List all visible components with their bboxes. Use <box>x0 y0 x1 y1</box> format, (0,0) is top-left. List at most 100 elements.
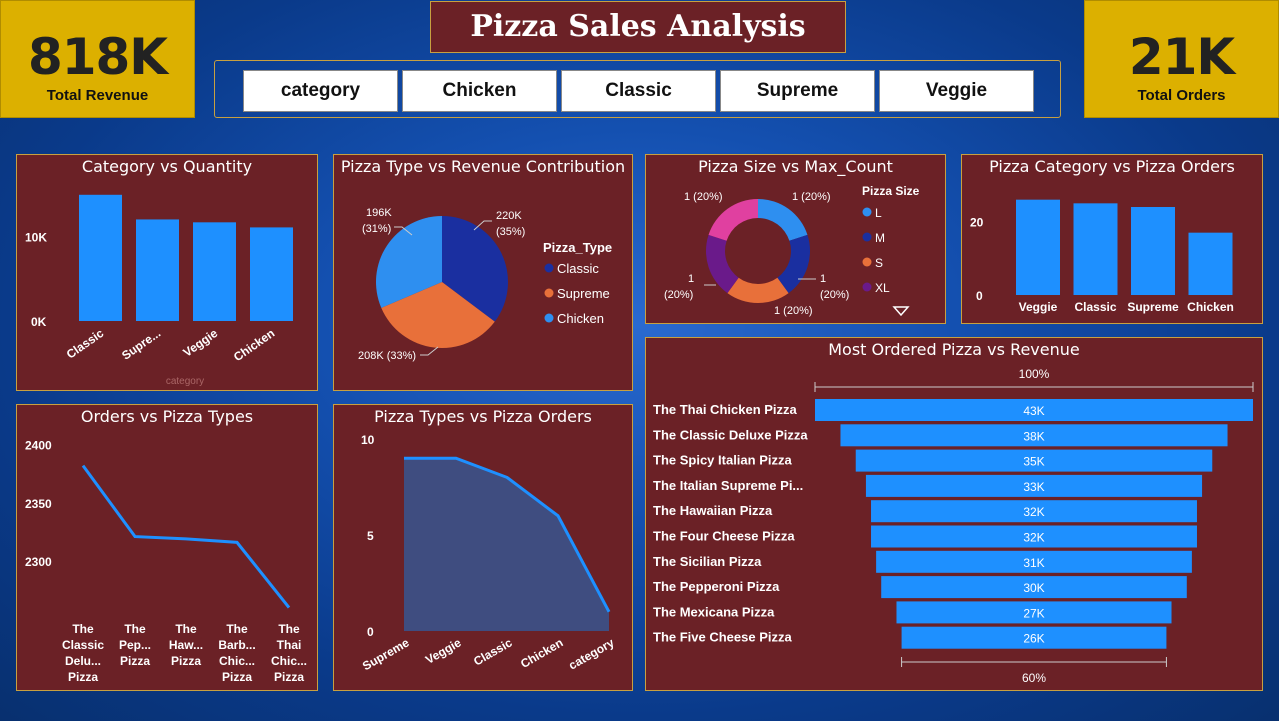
x-tick-label: Chicken <box>1187 300 1234 314</box>
kpi-revenue-label: Total Revenue <box>46 87 149 104</box>
slicer-item-chicken[interactable]: Chicken <box>402 70 557 112</box>
kpi-orders-value: 21K <box>1128 28 1235 86</box>
category-label: The Four Cheese Pizza <box>653 529 795 544</box>
data-label: 32K <box>1023 505 1044 519</box>
slicer-item-category[interactable]: category <box>243 70 398 112</box>
x-tick-label: Classic <box>1074 300 1116 314</box>
data-label: 27K <box>1023 606 1044 620</box>
category-label: The Mexicana Pizza <box>653 604 775 619</box>
x-tick-label: Supre... <box>119 326 163 363</box>
x-tick-label: Pizza <box>120 654 150 668</box>
x-tick-label: The <box>226 622 248 636</box>
legend-label: M <box>875 231 885 245</box>
y-tick-label: 0K <box>31 315 47 329</box>
data-label: 35K <box>1023 455 1044 469</box>
legend-marker <box>862 257 872 267</box>
x-tick-label: Classic <box>471 635 515 668</box>
panel-revenue-contribution: Pizza Type vs Revenue Contribution 220K(… <box>333 154 633 391</box>
x-tick-label: Chicken <box>231 326 277 364</box>
bar <box>1073 203 1118 295</box>
data-label: 33K <box>1023 480 1044 494</box>
x-tick-label: The <box>175 622 197 636</box>
x-tick-label: Chic... <box>271 654 307 668</box>
data-label: 26K <box>1023 632 1044 646</box>
donut-slice <box>777 234 810 294</box>
x-tick-label: The <box>72 622 94 636</box>
size-count-chart: 1 (20%) 1 (20%) 1 (20%) 1 (20%) 1 (20%) Pizza S… <box>664 184 920 317</box>
legend-marker <box>544 313 554 323</box>
y-tick-label: 20 <box>970 216 984 230</box>
bar <box>193 222 236 321</box>
x-tick-label: Barb... <box>218 638 255 652</box>
data-label: 38K <box>1023 429 1044 443</box>
y-tick-label: 2400 <box>25 439 52 453</box>
category-label: The Pepperoni Pizza <box>653 579 780 594</box>
x-tick-label: Haw... <box>169 638 203 652</box>
legend-label: Classic <box>557 261 599 276</box>
x-tick-label: category <box>566 635 617 672</box>
legend-label: S <box>875 256 883 270</box>
kpi-orders-label: Total Orders <box>1137 87 1226 104</box>
data-label: 31K <box>1023 556 1044 570</box>
x-tick-label: Chicken <box>518 635 565 670</box>
panel-orders-pizza-types: Orders vs Pizza Types 2400 2350 2300 The Cla… <box>16 404 318 691</box>
x-axis-label: category <box>166 376 204 387</box>
y-tick-label: 5 <box>367 529 374 543</box>
slice-label: (31%) <box>362 223 391 235</box>
category-slicer: category Chicken Classic Supreme Veggie <box>214 60 1061 118</box>
y-tick-label: 0 <box>367 625 374 639</box>
donut-slice <box>727 277 789 303</box>
legend-marker <box>544 263 554 273</box>
donut-slice <box>706 234 739 294</box>
slice-label: (20%) <box>820 289 849 301</box>
x-tick-label: The <box>278 622 300 636</box>
most-ordered-revenue-chart: 100% 43K The Thai Chicken Pizza 38K The Clas… <box>653 367 1254 685</box>
category-label: The Hawaiian Pizza <box>653 503 773 518</box>
series-line <box>81 464 291 609</box>
category-label: The Sicilian Pizza <box>653 554 762 569</box>
bar <box>136 219 179 321</box>
data-label: 43K <box>1023 404 1044 418</box>
series-area <box>404 458 609 631</box>
legend-label: L <box>875 206 882 220</box>
legend-marker <box>862 207 872 217</box>
slice-label: 208K (33%) <box>358 350 416 362</box>
panel-category-orders: Pizza Category vs Pizza Orders 20 0 Veggie… <box>961 154 1263 324</box>
leader-line <box>420 346 439 356</box>
revenue-contribution-chart: 220K (35%) 196K (31%) 208K (33%) Pizza_Type Cl… <box>358 207 612 362</box>
donut-slice <box>708 199 758 241</box>
legend-scroll-icon <box>892 306 910 317</box>
kpi-total-revenue: 818K Total Revenue <box>0 0 195 118</box>
legend-title: Pizza Size <box>862 184 920 198</box>
x-tick-label: Delu... <box>65 654 101 668</box>
slice-label: (20%) <box>664 289 693 301</box>
slice-label: 196K <box>366 207 392 219</box>
y-tick-label: 10 <box>361 433 375 447</box>
category-orders-chart: 20 0 Veggie Classic Supreme Chicken <box>970 199 1234 314</box>
x-tick-label: Supreme <box>1127 300 1179 314</box>
x-tick-label: Thai <box>277 638 302 652</box>
kpi-total-orders: 21K Total Orders <box>1084 0 1279 118</box>
bar <box>1188 232 1233 295</box>
panel-pizza-types-orders: Pizza Types vs Pizza Orders 10 5 0 Supreme V… <box>333 404 633 691</box>
x-tick-label: Pizza <box>171 654 201 668</box>
slicer-item-classic[interactable]: Classic <box>561 70 716 112</box>
data-label: 30K <box>1023 581 1044 595</box>
y-tick-label: 10K <box>25 230 47 244</box>
slice-label: 1 <box>820 273 826 285</box>
category-label: The Classic Deluxe Pizza <box>653 427 808 442</box>
data-label: 32K <box>1023 531 1044 545</box>
slicer-item-supreme[interactable]: Supreme <box>720 70 875 112</box>
panel-category-quantity: Category vs Quantity 10K 0K Classic Supre..… <box>16 154 318 391</box>
bar <box>1131 207 1175 295</box>
y-tick-label: 2300 <box>25 555 52 569</box>
panel-size-count: Pizza Size vs Max_Count 1 (20%) 1 (20%) 1 … <box>645 154 946 324</box>
category-quantity-chart: 10K 0K Classic Supre... Veggie Chicken categor… <box>25 194 293 387</box>
x-tick-label: Chic... <box>219 654 255 668</box>
x-tick-label: The <box>124 622 146 636</box>
scale-label: 100% <box>1019 367 1050 381</box>
bar <box>1016 199 1060 295</box>
x-tick-label: Classic <box>64 326 107 362</box>
slicer-item-veggie[interactable]: Veggie <box>879 70 1034 112</box>
y-tick-label: 0 <box>976 289 983 303</box>
